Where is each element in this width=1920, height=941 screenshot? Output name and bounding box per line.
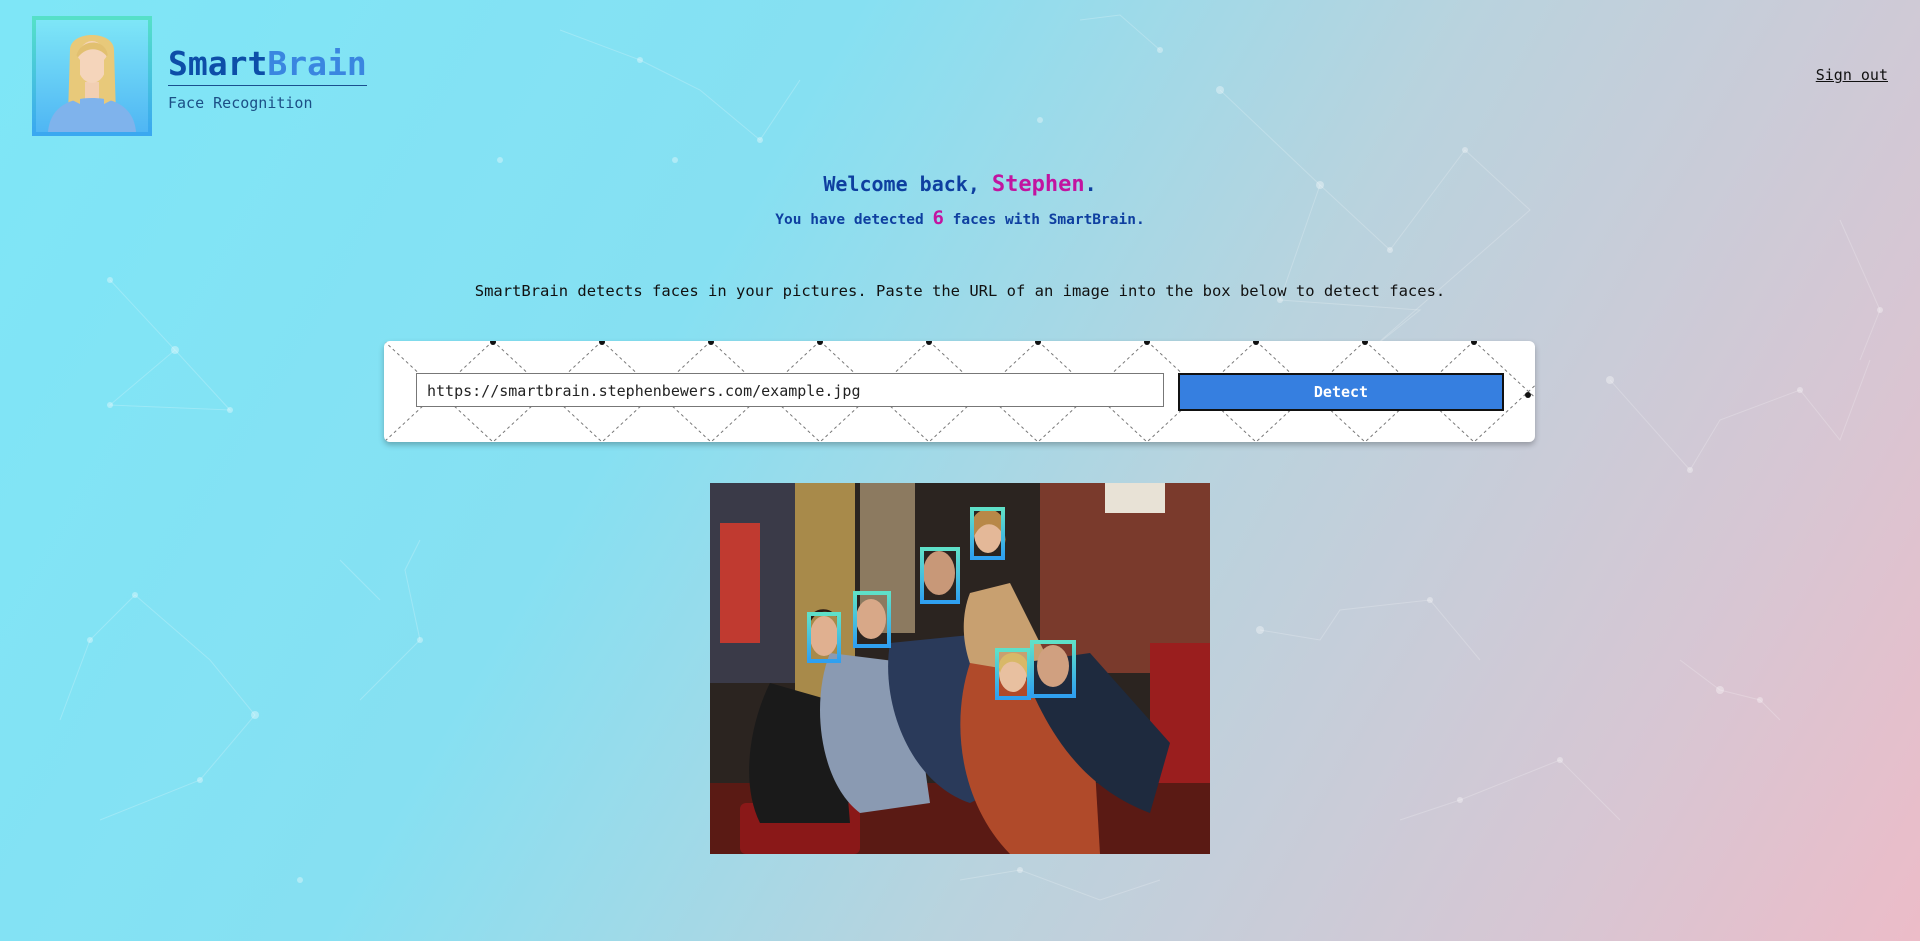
result-image <box>710 483 1210 854</box>
sign-out-link[interactable]: Sign out <box>1816 66 1888 84</box>
brand-title: SmartBrain <box>168 44 367 86</box>
image-url-input[interactable]: https://smartbrain.stephenbewers.com/exa… <box>416 373 1164 407</box>
app-logo <box>32 16 152 136</box>
user-name: Stephen <box>991 172 1085 197</box>
brand: SmartBrain Face Recognition <box>168 44 367 112</box>
welcome-prefix: Welcome back, <box>823 172 992 196</box>
face-box <box>995 648 1031 700</box>
brand-subtitle: Face Recognition <box>168 94 313 112</box>
brand-title-part1: Smart <box>168 44 268 83</box>
face-box <box>853 591 891 648</box>
face-box <box>920 547 960 604</box>
face-count: 6 <box>932 207 944 229</box>
face-box <box>1030 640 1076 698</box>
welcome-section: Welcome back, Stephen. You have detected… <box>0 172 1920 229</box>
avatar-icon <box>48 35 136 132</box>
image-url-form: https://smartbrain.stephenbewers.com/exa… <box>384 341 1535 442</box>
welcome-suffix: . <box>1084 172 1097 196</box>
detect-button[interactable]: Detect <box>1178 373 1504 411</box>
brand-title-part2: Brain <box>267 44 367 83</box>
face-box <box>970 507 1005 560</box>
count-prefix: You have detected <box>775 212 933 228</box>
app-description: SmartBrain detects faces in your picture… <box>474 282 1446 300</box>
face-box <box>807 612 841 663</box>
count-suffix: faces with SmartBrain. <box>943 212 1145 228</box>
welcome-message: Welcome back, Stephen. <box>0 172 1920 197</box>
photo-scene <box>710 483 1210 854</box>
face-count-message: You have detected 6 faces with SmartBrai… <box>0 207 1920 229</box>
